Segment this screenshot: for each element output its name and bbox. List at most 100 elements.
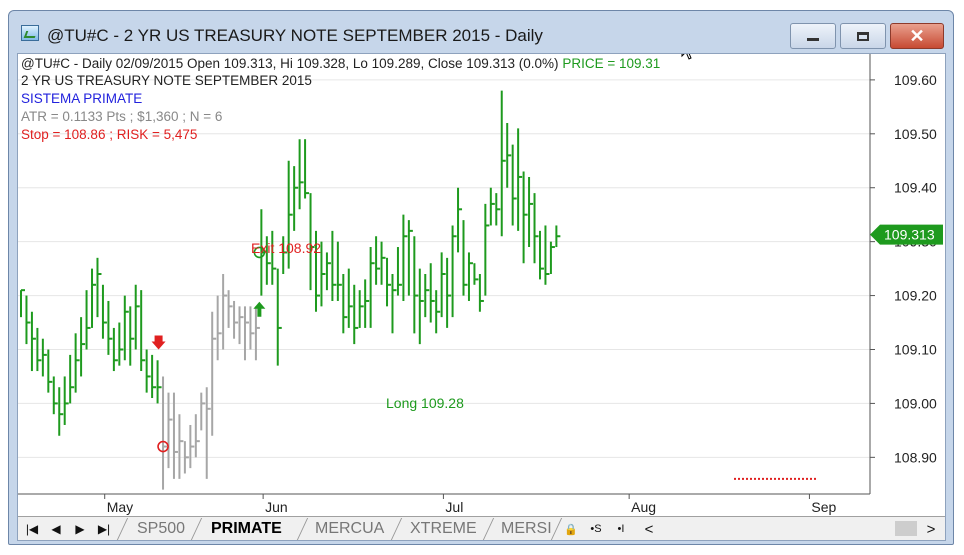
chart-window: @TU#C - 2 YR US TREASURY NOTE SEPTEMBER … — [8, 10, 954, 545]
scroll-left-button[interactable]: < — [638, 520, 660, 538]
price-bar — [342, 274, 348, 334]
price-bar — [386, 257, 392, 307]
chart-app-icon — [21, 25, 39, 41]
price-bar — [52, 376, 58, 415]
price-bar — [522, 171, 528, 264]
price-bar — [369, 247, 375, 328]
price-bar — [413, 236, 419, 334]
price-bar — [533, 193, 539, 264]
window-title: @TU#C - 2 YR US TREASURY NOTE SEPTEMBER … — [47, 26, 543, 45]
price-bar — [249, 306, 255, 350]
price-bar — [222, 274, 228, 350]
price-bar — [429, 263, 435, 323]
price-bar — [91, 268, 97, 328]
tab-primate[interactable]: PRIMATE — [211, 518, 282, 539]
i-button[interactable]: •I — [610, 520, 632, 538]
minimize-button[interactable] — [790, 23, 836, 49]
price-bar — [25, 295, 31, 345]
price-bar — [407, 220, 413, 296]
price-bar — [544, 225, 550, 285]
price-bar — [123, 295, 129, 361]
y-tick-label: 109.60 — [894, 72, 937, 88]
price-bar — [211, 311, 217, 436]
next-tab-button[interactable]: ▶ — [69, 519, 91, 538]
price-bar — [506, 123, 512, 188]
price-bar — [446, 257, 452, 328]
price-bar — [80, 317, 86, 377]
tab-bar: |◀ ◀ ▶ ▶| SP500 PRIMATE MERCUA XTREME ME… — [18, 516, 945, 540]
price-bar — [238, 306, 244, 345]
scroll-thumb[interactable] — [895, 521, 917, 536]
price-bar — [440, 252, 446, 318]
price-readout: PRICE = 109.31 — [562, 56, 661, 71]
close-button[interactable]: ✕ — [890, 23, 944, 49]
x-tick-label: Jun — [265, 499, 288, 515]
price-bar — [41, 338, 47, 377]
price-bar — [271, 230, 277, 285]
chart-client-area: 109.60109.50109.40109.30109.20109.10109.… — [17, 53, 946, 541]
tab-divider — [296, 518, 309, 540]
price-bar — [118, 322, 124, 366]
current-price-tag: 109.313 — [870, 224, 943, 245]
x-tick-label: Jul — [445, 499, 463, 515]
prev-tab-button[interactable]: ◀ — [45, 519, 67, 538]
price-bar — [320, 241, 326, 307]
price-bar — [47, 349, 53, 393]
price-bar — [304, 139, 310, 199]
price-bar — [162, 376, 168, 490]
symbol-description: 2 YR US TREASURY NOTE SEPTEMBER 2015 — [21, 73, 312, 88]
price-bar — [58, 387, 64, 436]
system-name: SISTEMA PRIMATE — [21, 91, 143, 106]
tab-sp500[interactable]: SP500 — [137, 518, 185, 539]
horizontal-scrollbar[interactable] — [667, 520, 940, 537]
price-bar — [495, 193, 501, 226]
tab-divider — [116, 518, 129, 540]
atr-readout: ATR = 0.1133 Pts ; $1,360 ; N = 6 — [21, 109, 223, 124]
price-bar — [216, 295, 222, 361]
x-tick-label: Sep — [811, 499, 836, 515]
last-tab-button[interactable]: ▶| — [93, 519, 115, 538]
price-bar — [473, 263, 479, 285]
price-bar — [200, 392, 206, 431]
s-button[interactable]: •S — [585, 520, 607, 538]
current-price-label: 109.313 — [884, 227, 935, 243]
tab-mersi[interactable]: MERSI — [501, 518, 552, 539]
y-tick-label: 108.90 — [894, 449, 937, 465]
first-tab-button[interactable]: |◀ — [21, 519, 43, 538]
y-tick-label: 109.40 — [894, 180, 937, 196]
price-bar — [462, 220, 468, 296]
ohlc-info-line: @TU#C - Daily 02/09/2015 Open 109.313, H… — [21, 56, 660, 71]
price-bar — [336, 241, 342, 301]
price-bar — [74, 333, 80, 393]
lock-icon[interactable]: 🔒 — [560, 520, 582, 538]
tab-mercua[interactable]: MERCUA — [315, 518, 384, 539]
y-tick-label: 109.20 — [894, 288, 937, 304]
price-bar — [167, 392, 173, 469]
price-bar — [233, 300, 239, 339]
price-bar — [500, 90, 506, 237]
maximize-button[interactable] — [840, 23, 886, 49]
price-bar — [478, 274, 484, 312]
price-bar — [172, 392, 178, 479]
price-bar — [517, 128, 523, 231]
price-bar — [555, 225, 561, 248]
price-bar — [353, 284, 359, 345]
price-bar — [101, 284, 107, 339]
x-tick-label: May — [107, 499, 133, 515]
stop-risk-readout: Stop = 108.86 ; RISK = 5,475 — [21, 127, 198, 142]
tab-divider — [190, 518, 203, 540]
x-tick-label: Aug — [631, 499, 656, 515]
price-bar — [467, 252, 473, 301]
price-bar — [457, 187, 463, 253]
y-tick-label: 109.00 — [894, 395, 937, 411]
price-bar — [183, 441, 189, 474]
price-bar — [85, 290, 91, 350]
tab-xtreme[interactable]: XTREME — [410, 518, 477, 539]
minimize-icon — [807, 37, 819, 41]
title-bar[interactable]: @TU#C - 2 YR US TREASURY NOTE SEPTEMBER … — [9, 11, 953, 51]
price-bar — [205, 387, 211, 479]
price-bar — [418, 268, 424, 345]
down-arrow — [151, 335, 166, 350]
price-bar — [129, 306, 135, 366]
scroll-right-button[interactable]: > — [920, 520, 942, 538]
